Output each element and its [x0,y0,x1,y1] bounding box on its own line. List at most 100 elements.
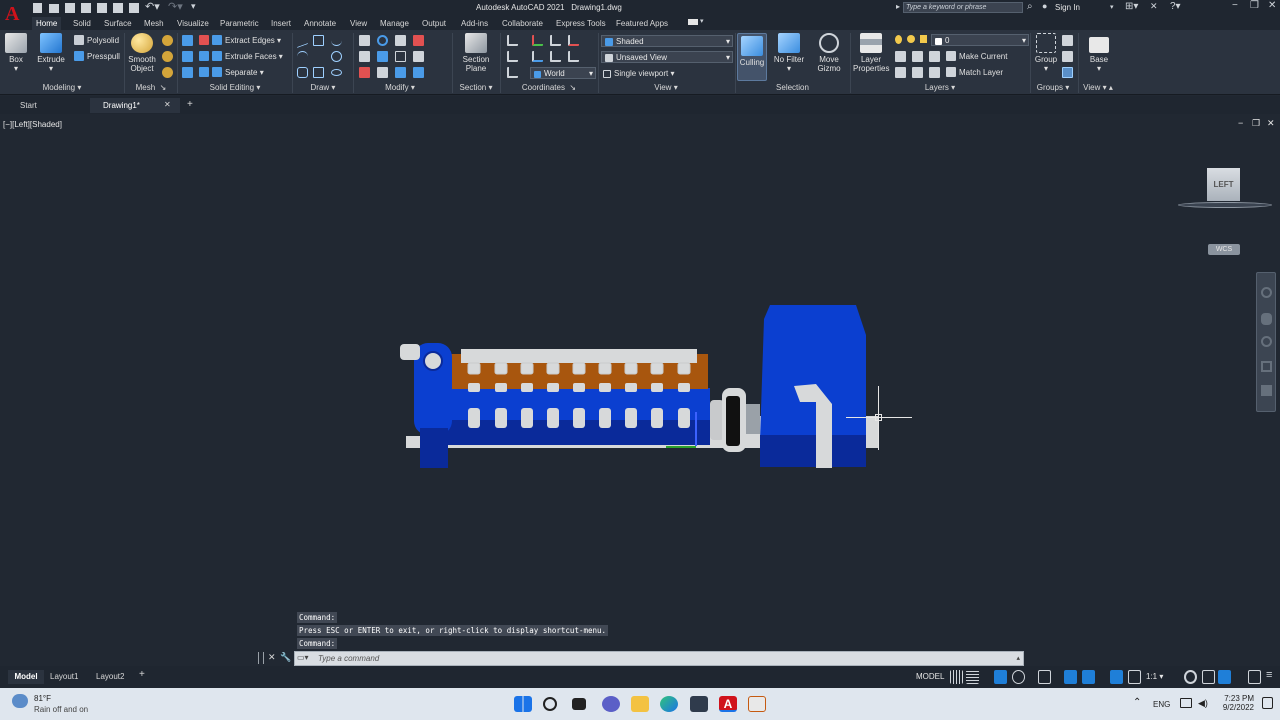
cart-icon[interactable]: ⊞▾ [1125,1,1138,12]
ucs-view-icon[interactable] [550,51,561,62]
tab-surface[interactable]: Surface [100,17,136,30]
match-layer-button[interactable]: Match Layer [946,66,1003,79]
tab-annotate[interactable]: Annotate [300,17,340,30]
auto-scale-icon[interactable] [1128,670,1141,684]
layer-tool-5-icon[interactable] [912,67,923,78]
autocad-logo[interactable]: A [5,1,21,29]
search-box[interactable]: Type a keyword or phrase [903,2,1023,13]
navigation-bar[interactable] [1256,272,1276,412]
store-icon[interactable] [690,696,708,712]
viewport-minimize-icon[interactable]: − [1238,118,1243,128]
group-selection[interactable]: Selection [735,82,850,94]
tab-insert[interactable]: Insert [267,17,295,30]
erase-icon[interactable] [413,35,424,46]
wcs-menu[interactable]: WCS [1208,244,1240,255]
steering-wheel-icon[interactable] [1261,287,1272,298]
layer-dropdown[interactable]: 0 ▾ [931,34,1029,46]
no-filter-button[interactable]: No Filter ▾ [772,33,806,73]
layer-properties-button[interactable]: Layer Properties [853,33,889,73]
cloud-icon[interactable] [97,3,107,13]
group-modeling[interactable]: Modeling ▾ [0,82,124,94]
plot-icon[interactable] [129,3,139,13]
exchange-icon[interactable]: ✕ [1150,1,1158,12]
offset-icon[interactable] [413,67,424,78]
scale-icon[interactable] [377,67,388,78]
viewport-close-icon[interactable]: ✕ [1267,118,1275,129]
viewcube-face-left[interactable]: LEFT [1207,168,1240,201]
ellipse-icon[interactable] [331,69,342,76]
extrude-button[interactable]: Extrude ▾ [36,33,66,73]
orbit-icon[interactable] [1261,361,1272,372]
undo-icon[interactable]: ↶▾ [145,0,160,13]
ucs-origin-icon[interactable] [568,35,579,46]
named-view-dropdown[interactable]: Unsaved View ▾ [601,51,733,63]
snap-icon[interactable] [966,670,979,684]
showmotion-icon[interactable] [1261,385,1272,396]
new-icon[interactable] [33,3,42,13]
group-coordinates[interactable]: Coordinates ↘ [500,82,598,94]
group-modify[interactable]: Modify ▾ [355,82,445,94]
command-recent-icon[interactable]: ▴ [1016,654,1020,662]
polysolid-button[interactable]: Polysolid [74,34,119,47]
autocad-taskbar-icon[interactable]: A [719,696,737,712]
group-select-icon[interactable] [1062,67,1073,78]
tab-parametric[interactable]: Parametric [216,17,263,30]
isolate-objects-icon[interactable] [1218,670,1231,684]
smooth-object-button[interactable]: Smooth Object [127,33,157,73]
layer-tool-1-icon[interactable] [895,51,906,62]
close-icon[interactable]: ✕ [1268,0,1276,11]
ucs-icon[interactable] [507,35,518,46]
tab-manage[interactable]: Manage [376,17,413,30]
edge-icon[interactable] [660,696,678,712]
group-section[interactable]: Section ▾ [452,82,500,94]
annotation-monitor-icon[interactable] [1202,670,1215,684]
rotate-icon[interactable] [377,35,388,46]
tab-mesh[interactable]: Mesh [140,17,168,30]
weather-widget[interactable]: 81°F Rain off and on [12,694,132,716]
zoom-icon[interactable] [1261,336,1272,347]
spline-icon[interactable] [331,35,342,46]
arc-icon[interactable] [297,51,308,62]
customization-icon[interactable]: ≡ [1266,669,1272,681]
ortho-icon[interactable] [994,670,1007,684]
layer-tool-4-icon[interactable] [895,67,906,78]
tab-start[interactable]: Start [0,98,90,113]
ucs-world-icon[interactable] [532,35,543,46]
language-indicator[interactable]: ENG [1153,700,1170,709]
object-snap-icon[interactable] [1082,670,1095,684]
mesh-tool-2-icon[interactable] [162,51,173,62]
viewport-controls-label[interactable]: [−][Left][Shaded] [3,120,62,129]
command-prompt-icon[interactable]: ▭▾ [297,653,309,662]
tab-model[interactable]: Model [8,670,44,684]
viewcube-compass[interactable] [1178,202,1272,208]
base-button[interactable]: Base ▾ [1085,33,1113,73]
box-button[interactable]: Box ▾ [5,33,27,73]
extrude-faces-button[interactable]: Extrude Faces ▾ [199,50,283,63]
group-view-2[interactable]: View ▾ ▴ [1078,82,1118,94]
command-customize-icon[interactable]: 🔧 [280,652,291,663]
fillet-icon[interactable] [395,51,406,62]
tab-view[interactable]: View [346,17,371,30]
tab-visualize[interactable]: Visualize [173,17,213,30]
mesh-tool-1-icon[interactable] [162,35,173,46]
section-plane-button[interactable]: Section Plane [457,33,495,73]
new-tab-icon[interactable]: + [187,99,193,110]
redo-icon[interactable]: ↷▾ [168,0,183,13]
visual-style-dropdown[interactable]: Shaded ▾ [601,35,733,47]
tab-solid[interactable]: Solid [69,17,95,30]
file-explorer-icon[interactable] [631,696,649,712]
ucs-named-icon[interactable] [507,67,518,78]
help-icon[interactable]: ?▾ [1170,1,1181,12]
tab-express-tools[interactable]: Express Tools [552,17,610,30]
command-close-icon[interactable]: ✕ [268,652,276,663]
tab-featured-apps[interactable]: Featured Apps [612,17,672,30]
group-view[interactable]: View ▾ [598,82,734,94]
workspace-gear-icon[interactable] [1184,670,1197,684]
ungroup-icon[interactable] [1062,35,1073,46]
group-mesh[interactable]: Mesh ↘ [126,82,176,94]
isodraft-icon[interactable] [1038,670,1051,684]
union-icon[interactable] [182,35,193,46]
object-snap-tracking-icon[interactable] [1064,670,1077,684]
circle-icon[interactable] [331,51,342,62]
move-gizmo-button[interactable]: Move Gizmo [813,33,845,73]
